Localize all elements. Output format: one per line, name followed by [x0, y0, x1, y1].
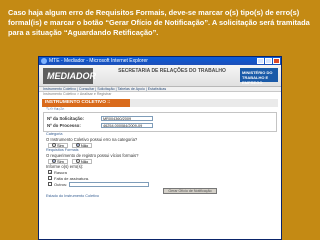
check-label: Falta de assinatura. — [54, 175, 90, 181]
section-estado: Estado do Instrumento Coletivo — [46, 194, 99, 198]
internet-explorer-icon — [41, 58, 47, 64]
outros-input[interactable] — [69, 181, 150, 187]
window-title: MTE - Mediador - Microsoft Internet Expl… — [49, 58, 148, 64]
processo-label: Nº do Processo: — [47, 123, 81, 128]
option-label: Não — [80, 142, 89, 148]
radio-icon[interactable] — [75, 159, 80, 163]
check-outros[interactable]: Outros: — [48, 181, 281, 187]
solicitacao-box: Nº da Solicitação: MR004360/2009 Nº do P… — [43, 112, 277, 132]
option-label: Sim — [57, 158, 64, 164]
option-label: Não — [80, 158, 89, 164]
window-titlebar: MTE - Mediador - Microsoft Internet Expl… — [39, 57, 281, 65]
browser-window: MTE - Mediador - Microsoft Internet Expl… — [38, 56, 282, 240]
error-checkbox-list: ✓ Rasura Falta de assinatura. Outros: — [39, 169, 281, 187]
option-label: Sim — [57, 142, 64, 148]
banner-ministerio: MINISTÉRIO DO TRABALHO E EMPREGO — [240, 68, 278, 85]
maximize-button[interactable] — [265, 58, 272, 64]
requisitos-sim-option[interactable]: Sim — [48, 158, 68, 164]
field-row-processo: Nº do Processo: 46254.000084/2009-09 — [47, 122, 273, 129]
checkbox-icon[interactable] — [48, 182, 52, 186]
processo-field[interactable]: 46254.000084/2009-09 — [101, 123, 153, 128]
radio-selected-icon[interactable] — [75, 143, 80, 147]
field-row-solicitacao: Nº da Solicitação: MR004360/2009 — [47, 115, 273, 122]
page-title: INSTRUMENTO COLETIVO :: ANALISAR E REGIS… — [42, 99, 130, 113]
minimize-button[interactable] — [257, 58, 264, 64]
mediador-logo: MEDIADOR — [43, 68, 96, 84]
checkbox-checked-icon[interactable]: ✓ — [48, 170, 52, 175]
radio-selected-icon[interactable] — [52, 159, 56, 163]
banner-secretaria: SECRETARIA DE RELAÇÕES DO TRABALHO — [118, 68, 226, 74]
requisitos-nao-option[interactable]: Não — [71, 158, 93, 164]
checkbox-icon[interactable] — [48, 176, 52, 180]
radio-icon[interactable] — [52, 143, 56, 147]
gerar-oficio-button[interactable]: Gerar Ofício de Notificação — [163, 188, 217, 194]
site-banner: MEDIADOR SECRETARIA DE RELAÇÕES DO TRABA… — [39, 65, 281, 87]
breadcrumb: Instrumento Coletivo > Analisar e Regist… — [43, 92, 112, 96]
instruction-caption: Caso haja algum erro de Requisitos Forma… — [8, 8, 310, 37]
solicitacao-label: Nº da Solicitação: — [47, 116, 84, 121]
solicitacao-field[interactable]: MR004360/2009 — [101, 116, 153, 121]
categoria-sim-option[interactable]: Sim — [48, 142, 68, 148]
check-label: Rasura — [54, 169, 67, 175]
window-controls — [257, 58, 280, 64]
categoria-nao-option[interactable]: Não — [71, 142, 93, 148]
tab-bar: INSTRUMENTO COLETIVO :: ANALISAR E REGIS… — [42, 99, 278, 113]
check-label: Outros: — [54, 181, 68, 187]
close-button[interactable] — [273, 58, 280, 64]
